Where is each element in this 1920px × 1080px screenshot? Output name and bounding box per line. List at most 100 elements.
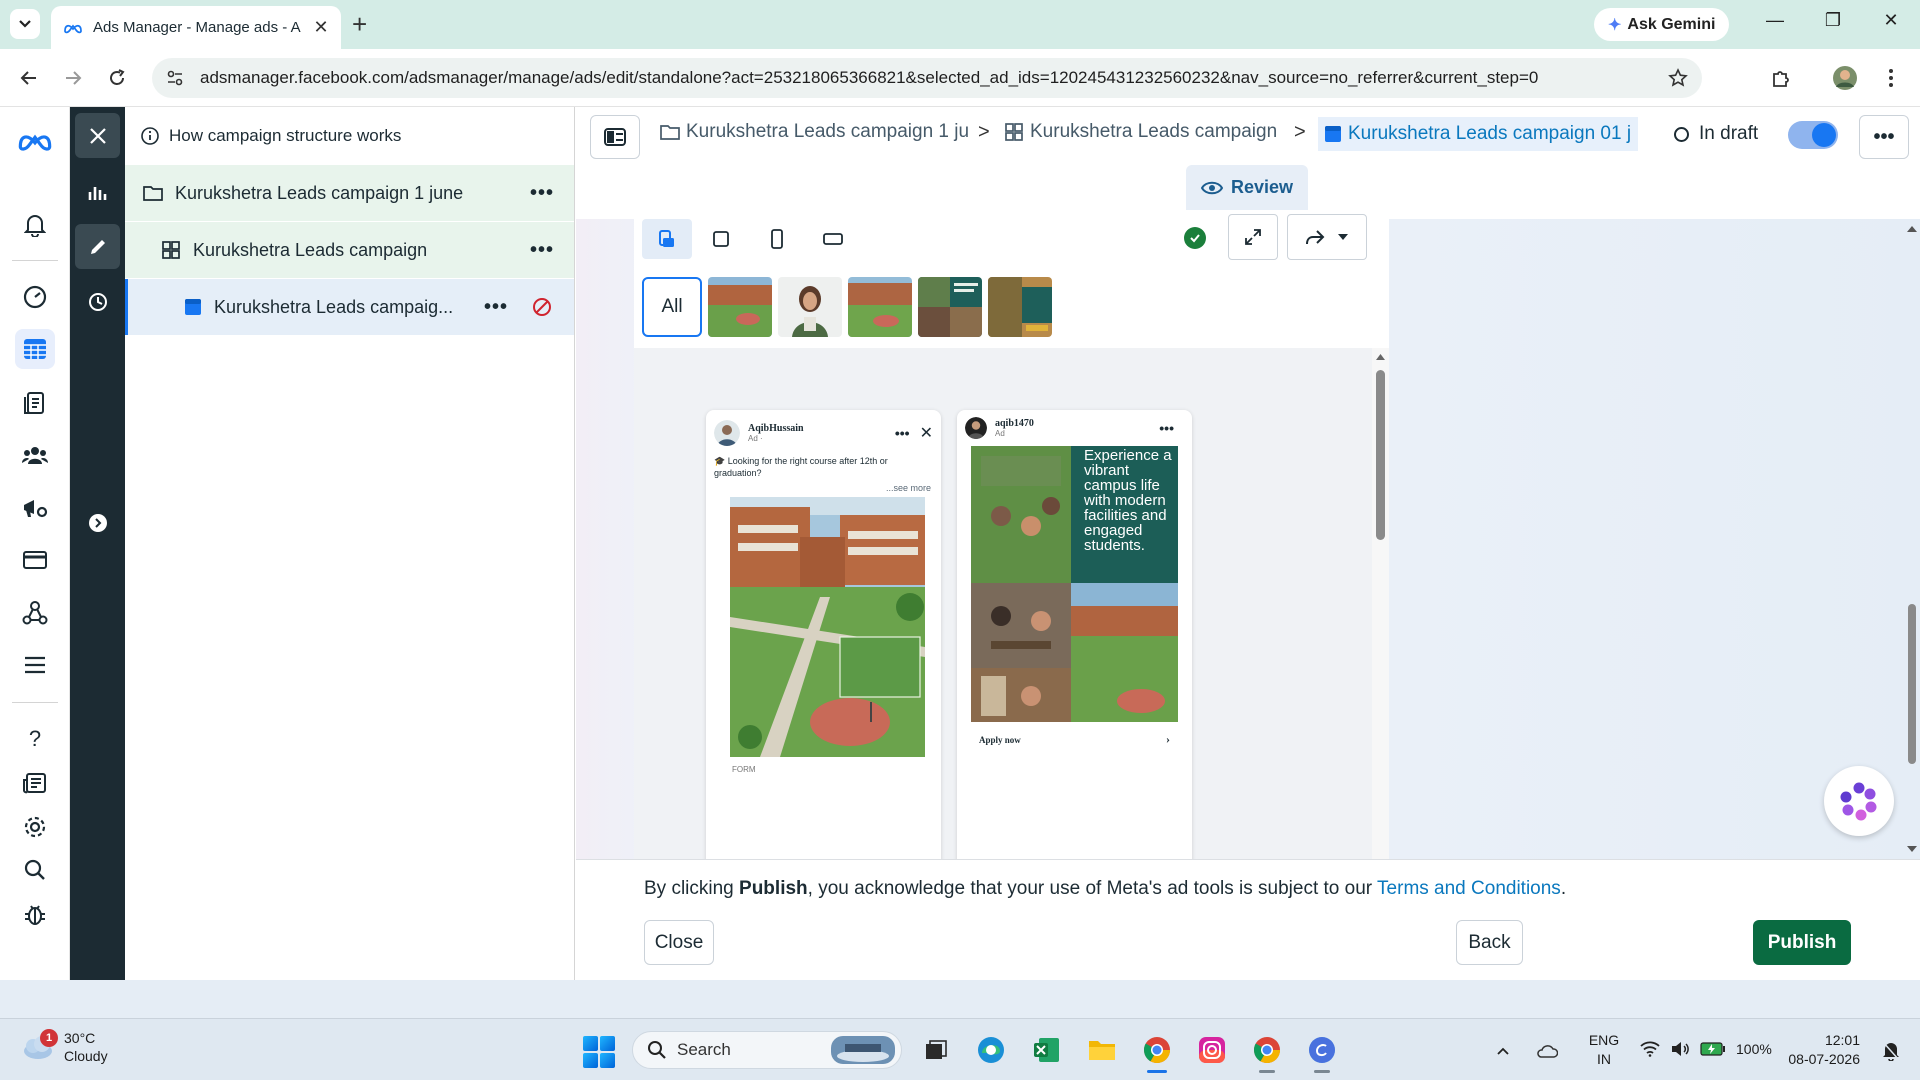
preview-scrollbar-thumb[interactable]	[1376, 370, 1385, 540]
taskbar-search[interactable]: Search	[632, 1031, 902, 1069]
site-settings-icon[interactable]	[166, 69, 184, 87]
terms-link[interactable]: Terms and Conditions	[1377, 878, 1561, 899]
extensions-button[interactable]	[1766, 63, 1796, 93]
tree-item-campaign[interactable]: Kurukshetra Leads campaign 1 june •••	[125, 165, 574, 221]
forward-nav-button[interactable]	[58, 63, 88, 93]
notifications-button[interactable]	[15, 205, 55, 245]
history-button[interactable]	[75, 279, 120, 324]
task-view-button[interactable]	[918, 1032, 954, 1068]
chevron-up-icon[interactable]	[1496, 1046, 1510, 1056]
see-more-link[interactable]: ...see more	[706, 479, 941, 497]
placement-feed-button[interactable]	[642, 219, 692, 259]
adset-more-button[interactable]: •••	[530, 239, 554, 262]
chrome-app[interactable]	[1139, 1032, 1175, 1073]
browser-tab-active[interactable]: Ads Manager - Manage ads - A ✕	[51, 6, 341, 49]
apply-now-label: Apply now	[979, 734, 1021, 745]
close-button[interactable]: Close	[644, 920, 714, 965]
tab-search-button[interactable]	[10, 9, 40, 39]
expand-preview-button[interactable]	[1228, 214, 1278, 260]
creative-thumbnail[interactable]	[778, 277, 842, 337]
placement-horizontal-button[interactable]	[808, 219, 858, 259]
business-suite-button[interactable]	[15, 763, 55, 803]
campaign-structure-help[interactable]: How campaign structure works	[125, 107, 574, 165]
start-button[interactable]	[583, 1036, 615, 1068]
reports-button[interactable]	[15, 383, 55, 423]
notification-bell-icon[interactable]	[1882, 1041, 1900, 1066]
events-manager-button[interactable]	[15, 593, 55, 633]
creative-thumbnail[interactable]	[918, 277, 982, 337]
quick-settings[interactable]: 100%	[1640, 1041, 1772, 1057]
instagram-app[interactable]	[1194, 1032, 1230, 1068]
battery-charging-icon	[1700, 1042, 1725, 1056]
campaign-more-button[interactable]: •••	[530, 182, 554, 205]
creative-thumbnail[interactable]	[708, 277, 772, 337]
search-button[interactable]	[15, 850, 55, 890]
clock[interactable]: 12:01 08-07-2026	[1780, 1031, 1860, 1069]
publish-button[interactable]: Publish	[1753, 920, 1851, 965]
edit-button[interactable]	[75, 224, 120, 269]
placement-square-button[interactable]	[696, 219, 746, 259]
profile-avatar[interactable]	[1830, 63, 1860, 93]
weather-widget[interactable]: 1 30°C Cloudy	[20, 1029, 108, 1065]
ad-name: Kurukshetra Leads campaig...	[214, 296, 454, 317]
ad-preview-canvas: AqibHussain Ad · ••• ✕ 🎓 Looking for the…	[634, 348, 1374, 859]
language-indicator[interactable]: ENG IN	[1586, 1031, 1622, 1069]
canva-app[interactable]	[1304, 1032, 1340, 1073]
close-icon[interactable]: ✕	[920, 423, 933, 443]
tree-item-ad[interactable]: Kurukshetra Leads campaig... •••	[125, 279, 574, 335]
file-explorer-app[interactable]	[1084, 1032, 1120, 1068]
all-tools-button[interactable]	[15, 645, 55, 685]
advertising-settings-button[interactable]	[15, 488, 55, 528]
breadcrumb-campaign[interactable]: Kurukshetra Leads campaign 1 ju	[660, 121, 969, 143]
review-tab[interactable]: Review	[1186, 165, 1308, 210]
creative-thumbnail[interactable]	[848, 277, 912, 337]
restore-window-icon[interactable]: ❐	[1818, 10, 1848, 31]
meta-home-button[interactable]	[15, 121, 55, 161]
ask-gemini-button[interactable]: ✦ Ask Gemini	[1594, 8, 1730, 41]
charts-button[interactable]	[75, 169, 120, 214]
creative-thumbnail[interactable]	[988, 277, 1052, 337]
edge-app[interactable]	[973, 1032, 1009, 1068]
expand-panel-button[interactable]	[75, 500, 120, 545]
back-nav-button[interactable]	[14, 63, 44, 93]
billing-button[interactable]	[15, 540, 55, 580]
bookmark-star-icon[interactable]	[1668, 68, 1688, 88]
report-bug-button[interactable]	[15, 894, 55, 934]
browser-menu-button[interactable]	[1876, 63, 1906, 93]
toggle-side-panel-button[interactable]	[590, 115, 640, 159]
settings-button[interactable]	[15, 807, 55, 847]
onedrive-cloud-icon[interactable]	[1536, 1044, 1558, 1058]
preview-scrollbar[interactable]	[1372, 348, 1389, 859]
chevron-right-icon: ›	[1166, 732, 1170, 746]
url-input[interactable]: adsmanager.facebook.com/adsmanager/manag…	[152, 58, 1702, 98]
ad-active-toggle[interactable]	[1788, 121, 1838, 149]
breadcrumb-ad[interactable]: Kurukshetra Leads campaign 01 j	[1318, 117, 1638, 151]
excel-app[interactable]	[1029, 1032, 1065, 1068]
new-tab-button[interactable]: +	[352, 10, 367, 38]
ad-more-button[interactable]: •••	[484, 296, 508, 319]
back-button[interactable]: Back	[1456, 920, 1523, 965]
breadcrumb-adset[interactable]: Kurukshetra Leads campaign	[1004, 121, 1277, 143]
help-button[interactable]: ?	[15, 719, 55, 759]
campaigns-button[interactable]	[15, 329, 55, 369]
reload-button[interactable]	[102, 63, 132, 93]
workspace-scrollbar-thumb[interactable]	[1908, 604, 1916, 764]
close-tab-icon[interactable]: ✕	[313, 17, 329, 38]
more-options-button[interactable]: •••	[1859, 115, 1909, 159]
workspace-scrollbar[interactable]	[1904, 219, 1920, 859]
post-more-button[interactable]: •••	[1159, 420, 1174, 436]
audiences-button[interactable]	[15, 435, 55, 475]
close-window-icon[interactable]: ✕	[1876, 10, 1906, 31]
chrome-profile-app[interactable]	[1249, 1032, 1285, 1073]
minimize-window-icon[interactable]: —	[1760, 10, 1790, 31]
close-editor-button[interactable]	[75, 113, 120, 158]
post-more-button[interactable]: •••	[895, 425, 910, 441]
share-preview-button[interactable]	[1287, 214, 1367, 260]
assistant-flower-button[interactable]	[1824, 766, 1894, 836]
apply-now-cta[interactable]: Apply now ›	[957, 722, 1192, 747]
overview-button[interactable]	[15, 277, 55, 317]
all-creatives-chip[interactable]: All	[642, 277, 702, 337]
tree-item-adset[interactable]: Kurukshetra Leads campaign •••	[125, 222, 574, 278]
placement-vertical-button[interactable]	[752, 219, 802, 259]
ad-icon	[1324, 125, 1342, 143]
